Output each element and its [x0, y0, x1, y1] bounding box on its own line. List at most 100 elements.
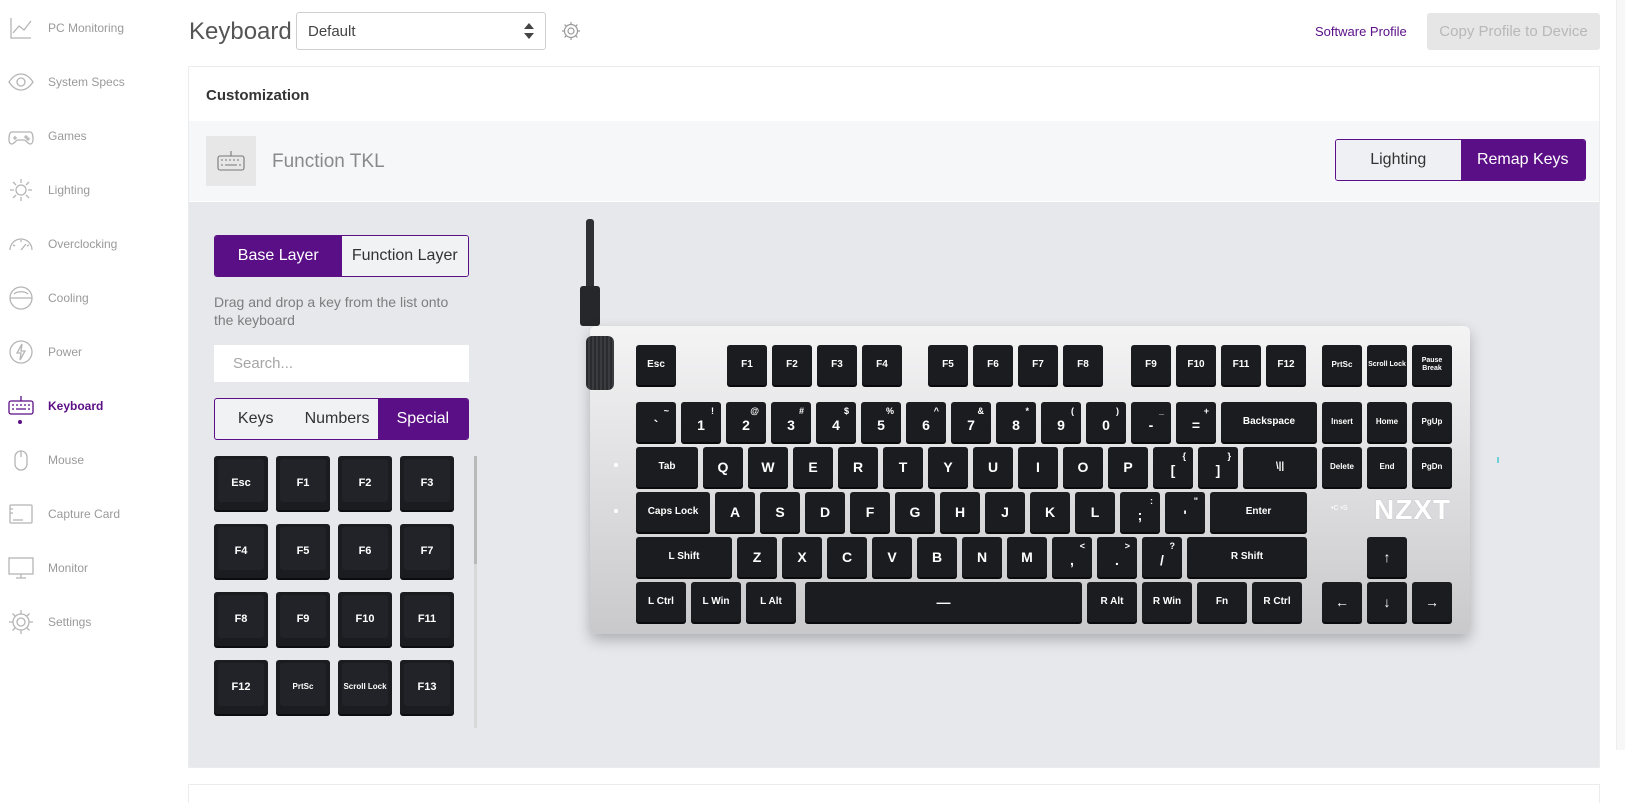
- keyboard-key[interactable]: J: [985, 492, 1025, 532]
- keyboard-key[interactable]: G: [895, 492, 935, 532]
- keyboard-key[interactable]: Scroll Lock: [1367, 345, 1407, 385]
- keyboard-key[interactable]: Fn: [1197, 582, 1247, 622]
- tab-lighting[interactable]: Lighting: [1336, 140, 1461, 180]
- keyboard-key[interactable]: ;:: [1120, 492, 1160, 532]
- keyboard-key[interactable]: 1!: [681, 402, 721, 442]
- keyboard-key[interactable]: Pause Break: [1412, 345, 1452, 385]
- keyboard-key[interactable]: M: [1007, 537, 1047, 577]
- keyboard-key[interactable]: Delete: [1322, 447, 1362, 487]
- keyboard-key[interactable]: X: [782, 537, 822, 577]
- keyboard-key[interactable]: ' ": [1165, 492, 1205, 532]
- keyboard-key[interactable]: F7: [1018, 345, 1058, 385]
- keyboard-key[interactable]: ` ~: [636, 402, 676, 442]
- keyboard-key[interactable]: L Shift: [636, 537, 732, 577]
- keyboard-key[interactable]: L Ctrl: [636, 582, 686, 622]
- sidebar-item-lighting[interactable]: Lighting: [0, 170, 180, 210]
- list-key[interactable]: Esc: [214, 456, 268, 510]
- keyboard-key[interactable]: 5%: [861, 402, 901, 442]
- keyboard-key[interactable]: 2 @: [726, 402, 766, 442]
- list-key[interactable]: F1: [276, 456, 330, 510]
- keyboard-key[interactable]: R Shift: [1187, 537, 1307, 577]
- key-list-scrollbar-thumb[interactable]: [474, 456, 477, 564]
- keyboard-key[interactable]: Tab: [636, 447, 698, 487]
- keyboard-key[interactable]: \||: [1243, 447, 1317, 487]
- keyboard-key[interactable]: R Ctrl: [1252, 582, 1302, 622]
- keyboard-key[interactable]: F6: [973, 345, 1013, 385]
- profile-settings-gear-icon[interactable]: [561, 21, 581, 41]
- list-key[interactable]: Scroll Lock: [338, 660, 392, 714]
- keyboard-key[interactable]: O: [1063, 447, 1103, 487]
- keyboard-key[interactable]: E: [793, 447, 833, 487]
- sidebar-item-monitor[interactable]: Monitor: [0, 548, 180, 588]
- keyboard-key[interactable]: 6 ^: [906, 402, 946, 442]
- sidebar-item-pc-monitoring[interactable]: PC Monitoring: [0, 8, 180, 48]
- tab-keys[interactable]: Keys: [215, 399, 296, 439]
- list-key[interactable]: F4: [214, 524, 268, 578]
- keyboard-key[interactable]: ↑: [1367, 537, 1407, 577]
- list-key[interactable]: F5: [276, 524, 330, 578]
- keyboard-key[interactable]: Z: [737, 537, 777, 577]
- sidebar-item-capture-card[interactable]: Capture Card: [0, 494, 180, 534]
- sidebar-item-power[interactable]: Power: [0, 332, 180, 372]
- sidebar-item-games[interactable]: Games: [0, 116, 180, 156]
- keyboard-key[interactable]: = +: [1176, 402, 1216, 442]
- keyboard-key[interactable]: L Alt: [746, 582, 796, 622]
- keyboard-key[interactable]: I: [1018, 447, 1058, 487]
- keyboard-key[interactable]: F2: [772, 345, 812, 385]
- keyboard-key[interactable]: F12: [1266, 345, 1306, 385]
- keyboard-key[interactable]: Q: [703, 447, 743, 487]
- copy-profile-button[interactable]: Copy Profile to Device: [1427, 13, 1600, 50]
- keyboard-key[interactable]: , <: [1052, 537, 1092, 577]
- keyboard-key[interactable]: PgDn: [1412, 447, 1452, 487]
- keyboard-key[interactable]: /?: [1142, 537, 1182, 577]
- page-scrollbar[interactable]: [1616, 0, 1625, 750]
- keyboard-key[interactable]: ↓: [1367, 582, 1407, 622]
- sidebar-item-overclocking[interactable]: Overclocking: [0, 224, 180, 264]
- keyboard-key[interactable]: Backspace: [1221, 402, 1317, 442]
- keyboard-key[interactable]: B: [917, 537, 957, 577]
- keyboard-key[interactable]: K: [1030, 492, 1070, 532]
- keyboard-key[interactable]: T: [883, 447, 923, 487]
- keyboard-key[interactable]: V: [872, 537, 912, 577]
- keyboard-key[interactable]: F3: [817, 345, 857, 385]
- keyboard-key[interactable]: 8 *: [996, 402, 1036, 442]
- list-key[interactable]: F8: [214, 592, 268, 646]
- keyboard-key[interactable]: R Win: [1142, 582, 1192, 622]
- keyboard-key[interactable]: R Alt: [1087, 582, 1137, 622]
- keyboard-key[interactable]: W: [748, 447, 788, 487]
- list-key[interactable]: F11: [400, 592, 454, 646]
- sidebar-item-cooling[interactable]: Cooling: [0, 278, 180, 318]
- keyboard-key[interactable]: →: [1412, 582, 1452, 622]
- list-key[interactable]: PrtSc: [276, 660, 330, 714]
- software-profile-link[interactable]: Software Profile: [1315, 24, 1407, 39]
- key-list-scrollbar[interactable]: [474, 456, 477, 728]
- keyboard-key[interactable]: F4: [862, 345, 902, 385]
- sidebar-item-system-specs[interactable]: System Specs: [0, 62, 180, 102]
- list-key[interactable]: F2: [338, 456, 392, 510]
- keyboard-key[interactable]: U: [973, 447, 1013, 487]
- list-key[interactable]: F7: [400, 524, 454, 578]
- tab-function-layer[interactable]: Function Layer: [341, 236, 468, 276]
- list-key[interactable]: F3: [400, 456, 454, 510]
- keyboard-key[interactable]: 4 $: [816, 402, 856, 442]
- tab-remap-keys[interactable]: Remap Keys: [1460, 140, 1585, 180]
- sidebar-item-settings[interactable]: Settings: [0, 602, 180, 642]
- sidebar-item-mouse[interactable]: Mouse: [0, 440, 180, 480]
- keyboard-key[interactable]: F5: [928, 345, 968, 385]
- key-search-input[interactable]: [214, 345, 469, 382]
- keyboard-key[interactable]: F11: [1221, 345, 1261, 385]
- keyboard-key[interactable]: A: [715, 492, 755, 532]
- keyboard-key[interactable]: R: [838, 447, 878, 487]
- keyboard-key[interactable]: 7 &: [951, 402, 991, 442]
- keyboard-key[interactable]: ]}: [1198, 447, 1238, 487]
- keyboard-key[interactable]: Home: [1367, 402, 1407, 442]
- list-key[interactable]: F9: [276, 592, 330, 646]
- keyboard-key[interactable]: N: [962, 537, 1002, 577]
- keyboard-key[interactable]: Esc: [636, 345, 676, 385]
- keyboard-key[interactable]: 9(: [1041, 402, 1081, 442]
- keyboard-key[interactable]: End: [1367, 447, 1407, 487]
- sidebar-item-keyboard[interactable]: Keyboard: [0, 386, 180, 426]
- keyboard-key[interactable]: L Win: [691, 582, 741, 622]
- keyboard-key[interactable]: F: [850, 492, 890, 532]
- keyboard-key[interactable]: Insert: [1322, 402, 1362, 442]
